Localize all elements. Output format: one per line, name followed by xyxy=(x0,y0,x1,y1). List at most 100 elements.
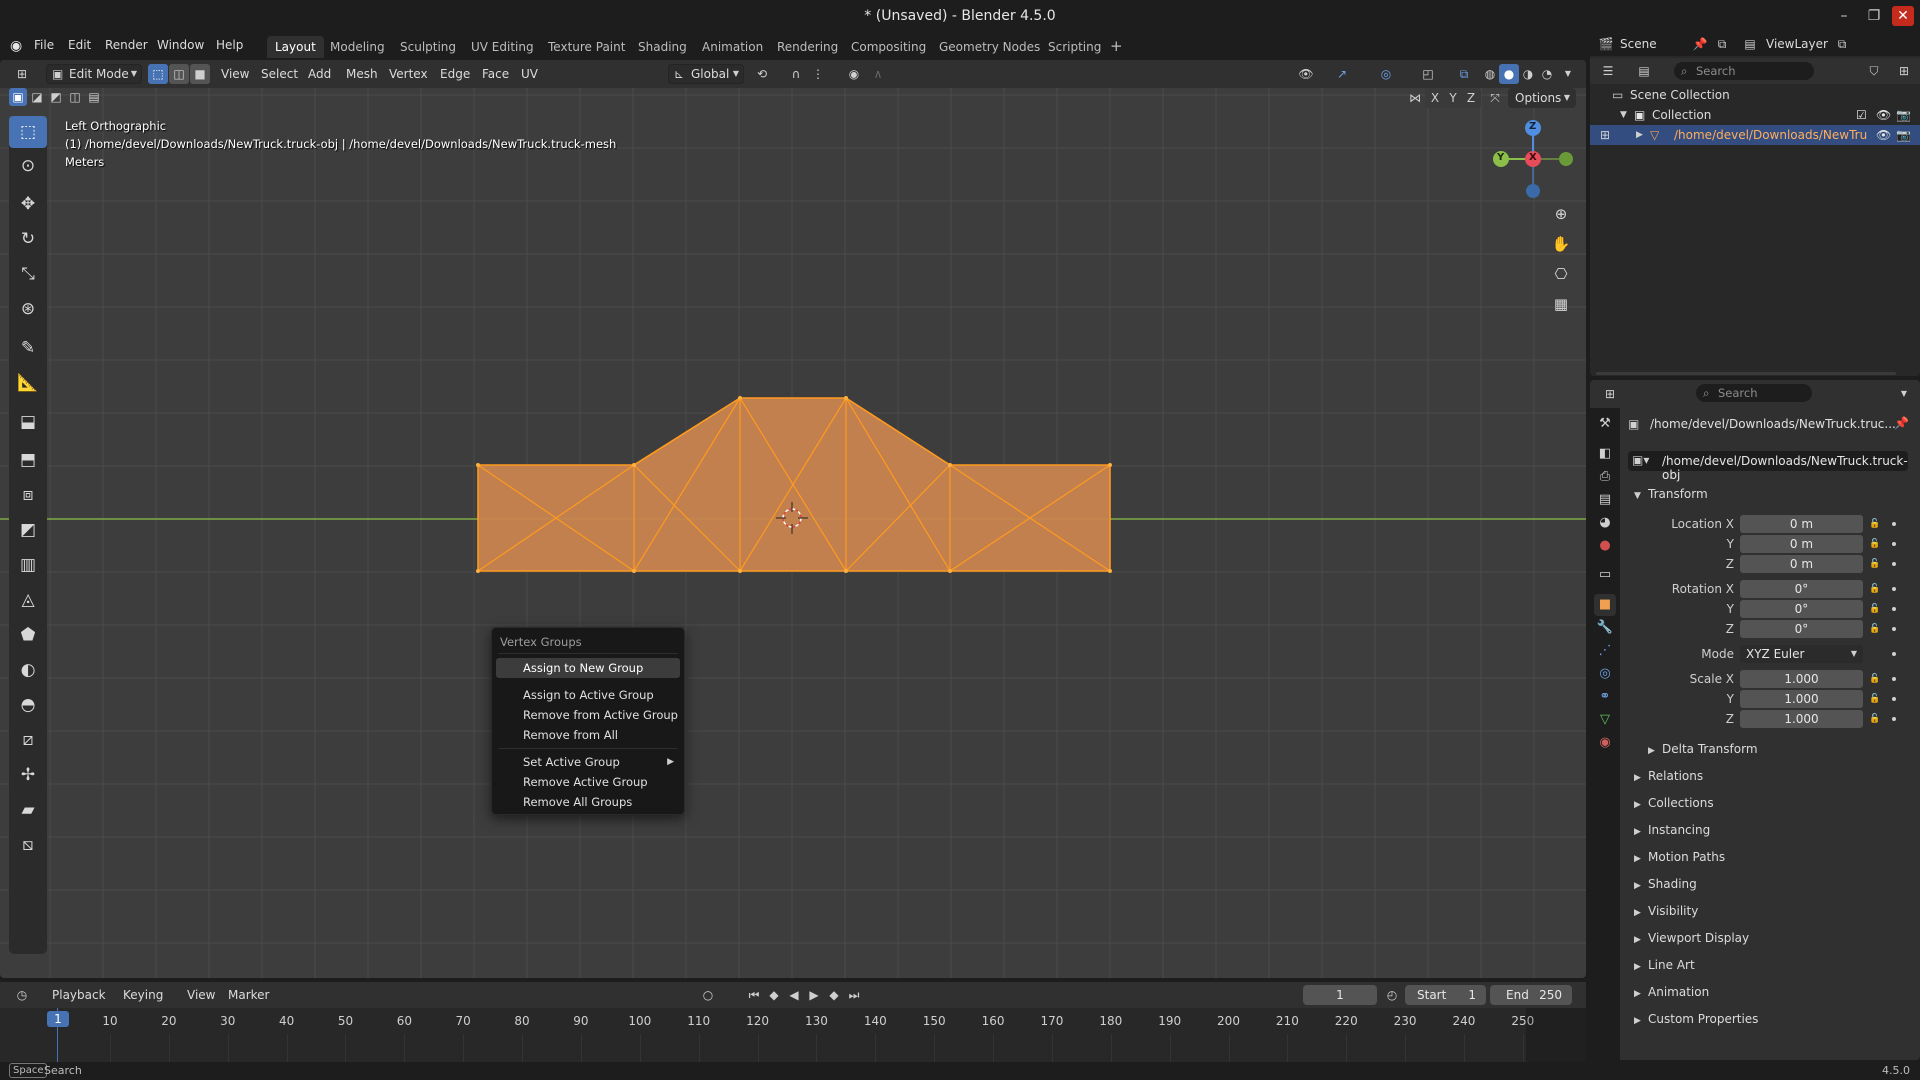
lock-icon[interactable]: 🔓 xyxy=(1868,537,1882,551)
scale-tool-icon[interactable]: ⤡ xyxy=(9,258,47,290)
tab-layout[interactable]: Layout xyxy=(267,36,324,58)
visibility-eye-icon[interactable]: 👁 xyxy=(1876,125,1891,145)
select-box-new-icon[interactable]: ▣ xyxy=(9,88,27,106)
close-button[interactable]: ✕ xyxy=(1892,6,1914,26)
rotate-tool-icon[interactable]: ↻ xyxy=(9,223,47,255)
rotation-mode-dropdown[interactable]: XYZ Euler ▼ xyxy=(1740,645,1863,663)
timeline-menu-keying[interactable]: Keying xyxy=(123,988,163,1002)
lock-icon[interactable]: 🔓 xyxy=(1868,692,1882,706)
auto-keying-icon[interactable]: ○ xyxy=(698,985,718,1005)
tab-animation[interactable]: Animation xyxy=(694,36,771,58)
keyframe-dot-icon[interactable] xyxy=(1892,677,1896,681)
keyframe-dot-icon[interactable] xyxy=(1892,697,1896,701)
shading-panel-header[interactable]: ▶ Shading xyxy=(1634,872,1910,896)
tool-tab-icon[interactable]: ⚒ xyxy=(1594,413,1616,435)
snap-magnet-icon[interactable]: ∩ xyxy=(786,64,806,84)
timeline-menu-marker[interactable]: Marker xyxy=(228,988,269,1002)
knife-tool-icon[interactable]: ◬ xyxy=(9,584,47,616)
lock-icon[interactable]: 🔓 xyxy=(1868,582,1882,596)
world-tab-icon[interactable]: ● xyxy=(1594,535,1616,557)
scene-tab-icon[interactable]: ◕ xyxy=(1594,512,1616,534)
jump-end-icon[interactable]: ⏭ xyxy=(844,985,864,1005)
proportional-edit-icon[interactable]: ◉ xyxy=(844,64,864,84)
delta-transform-header[interactable]: ▶ Delta Transform xyxy=(1648,737,1920,761)
jump-keyframe-back-icon[interactable]: ◆ xyxy=(764,985,784,1005)
location-x-field[interactable]: 0 m xyxy=(1740,515,1863,533)
view-layer-icon[interactable]: ▤ xyxy=(1740,34,1760,54)
bevel-tool-icon[interactable]: ◩ xyxy=(9,514,47,546)
keyframe-dot-icon[interactable] xyxy=(1892,627,1896,631)
lock-icon[interactable]: 🔓 xyxy=(1868,557,1882,571)
measure-tool-icon[interactable]: 📐 xyxy=(9,367,47,399)
edge-slide-tool-icon[interactable]: ⧄ xyxy=(9,724,47,756)
timeline-editor-type-icon[interactable]: ◷ xyxy=(12,985,32,1005)
add-workspace-icon[interactable]: + xyxy=(1110,37,1123,55)
gizmo-y-label[interactable]: Y xyxy=(1497,152,1504,163)
play-reverse-icon[interactable]: ◀ xyxy=(784,985,804,1005)
transform-orientation-dropdown[interactable]: ⊾ Global ▼ xyxy=(668,64,744,84)
tab-rendering[interactable]: Rendering xyxy=(769,36,846,58)
rotation-x-field[interactable]: 0° xyxy=(1740,580,1863,598)
xray-toggle-icon[interactable]: ⧉ xyxy=(1454,64,1474,84)
editor-type-icon[interactable]: ⊞ xyxy=(12,64,32,84)
tab-compositing[interactable]: Compositing xyxy=(843,36,934,58)
shrink-fatten-tool-icon[interactable]: ✢ xyxy=(9,759,47,791)
tab-geometry-nodes[interactable]: Geometry Nodes xyxy=(931,36,1048,58)
spin-tool-icon[interactable]: ◐ xyxy=(9,654,47,686)
ortho-grid-icon[interactable]: ▦ xyxy=(1546,289,1576,319)
keyframe-dot-icon[interactable] xyxy=(1892,522,1896,526)
outliner-scrollbar[interactable] xyxy=(1596,372,1896,375)
gizmo-z-label[interactable]: Z xyxy=(1529,121,1536,132)
view-layer-tab-icon[interactable]: ▤ xyxy=(1594,489,1616,511)
scale-x-field[interactable]: 1.000 xyxy=(1740,670,1863,688)
transform-tool-icon[interactable]: ⊛ xyxy=(9,293,47,325)
gizmo-toggle-icon[interactable]: ↗ xyxy=(1332,64,1352,84)
visibility-eye-icon[interactable]: 👁 xyxy=(1296,64,1316,84)
object-name-field[interactable]: ▣▾ /home/devel/Downloads/NewTruck.truck-… xyxy=(1628,451,1908,482)
inset-tool-icon[interactable]: ⧈ xyxy=(9,479,47,511)
menu-render[interactable]: Render xyxy=(105,38,148,52)
render-tab-icon[interactable]: ◧ xyxy=(1594,443,1616,465)
rotation-y-field[interactable]: 0° xyxy=(1740,600,1863,618)
preview-range-icon[interactable]: ◴ xyxy=(1382,985,1402,1005)
blender-logo-icon[interactable]: ◉ xyxy=(10,38,28,54)
collections-panel-header[interactable]: ▶ Collections xyxy=(1634,791,1910,815)
loop-cut-tool-icon[interactable]: ▥ xyxy=(9,549,47,581)
minimize-button[interactable]: – xyxy=(1833,6,1855,26)
render-camera-icon[interactable]: 📷 xyxy=(1896,105,1911,125)
pin-icon[interactable]: 📌 xyxy=(1690,34,1710,54)
tab-shading[interactable]: Shading xyxy=(630,36,695,58)
scene-name[interactable]: Scene xyxy=(1620,37,1657,51)
lock-icon[interactable]: 🔓 xyxy=(1868,517,1882,531)
cursor-tool-icon[interactable]: ⊙ xyxy=(9,150,47,182)
relations-panel-header[interactable]: ▶ Relations xyxy=(1634,764,1910,788)
auto-merge-icon[interactable]: ⤧ xyxy=(1485,88,1505,108)
menu-edit[interactable]: Edit xyxy=(68,38,91,52)
mirror-z-button[interactable]: Z xyxy=(1461,88,1481,108)
playhead-frame-indicator[interactable]: 1 xyxy=(47,1011,69,1027)
collection-row[interactable]: ▼ ▣ Collection ☑ 👁 📷 xyxy=(1590,105,1920,125)
scene-icon[interactable]: 🎬 xyxy=(1596,34,1616,54)
assign-to-new-group-item[interactable]: Assign to New Group xyxy=(496,658,680,678)
instancing-panel-header[interactable]: ▶ Instancing xyxy=(1634,818,1910,842)
select-subtract-icon[interactable]: ◩ xyxy=(47,88,65,106)
physics-tab-icon[interactable]: ◎ xyxy=(1594,663,1616,685)
gizmo-x-label[interactable]: X xyxy=(1529,152,1537,163)
mirror-x-button[interactable]: X xyxy=(1425,88,1445,108)
tab-texture-paint[interactable]: Texture Paint xyxy=(540,36,633,58)
motion-paths-panel-header[interactable]: ▶ Motion Paths xyxy=(1634,845,1910,869)
remove-active-group-item[interactable]: Remove Active Group xyxy=(496,772,680,792)
edge-select-button[interactable]: ◫ xyxy=(169,64,189,84)
properties-search-input[interactable]: ⌕ Search xyxy=(1696,384,1812,402)
visibility-eye-icon[interactable]: 👁 xyxy=(1876,105,1891,125)
viewport-menu-mesh[interactable]: Mesh xyxy=(346,67,378,81)
render-camera-icon[interactable]: 📷 xyxy=(1896,125,1911,145)
play-icon[interactable]: ▶ xyxy=(804,985,824,1005)
add-cube-tool-icon[interactable]: ⬓ xyxy=(9,406,47,438)
current-frame-field[interactable]: 1 xyxy=(1303,985,1377,1005)
viewport-menu-uv[interactable]: UV xyxy=(521,67,538,81)
solid-shading-icon[interactable]: ● xyxy=(1499,64,1519,84)
timeline-ruler[interactable]: 1102030405060708090100110120130140150160… xyxy=(0,1008,1586,1062)
object-tab-icon[interactable]: ■ xyxy=(1594,594,1616,616)
mesh-edit-overlay-icon[interactable]: ◰ xyxy=(1418,64,1438,84)
